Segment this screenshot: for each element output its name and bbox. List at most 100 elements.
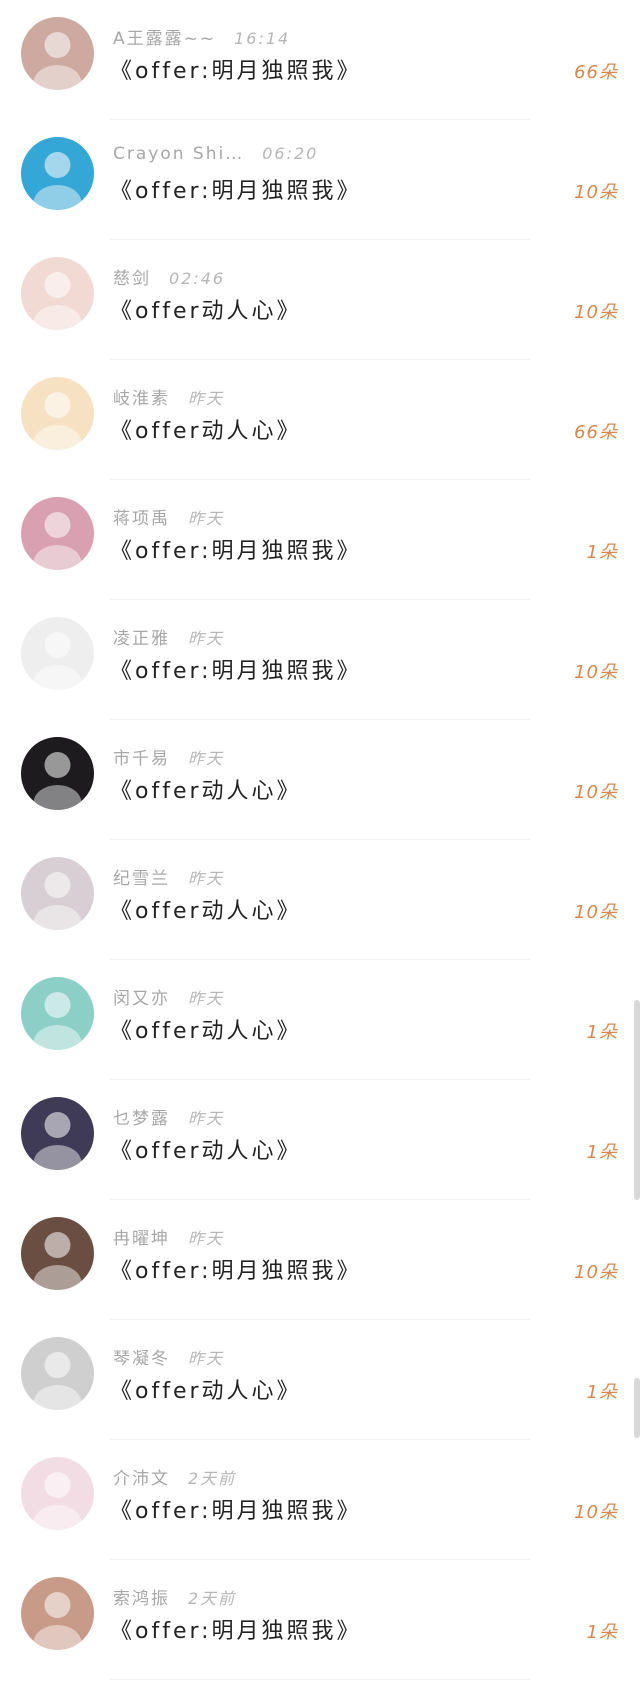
gift-title: 《offer:明月独照我》 [110,1619,362,1644]
sender-name[interactable]: 蒋项禹 [113,509,170,529]
list-item[interactable]: 慈剑 02:46 《offer动人心》 10朵 [0,240,640,360]
list-item[interactable]: 索鸿振 2天前《offer:明月独照我》 1朵 [0,1560,640,1680]
sender-name[interactable]: 闵又亦 [113,989,170,1009]
gift-title: 《offer动人心》 [110,1019,302,1044]
avatar[interactable] [21,257,94,330]
avatar[interactable] [21,977,94,1050]
sender-name[interactable]: 慈剑 [113,269,151,289]
avatar[interactable] [21,497,94,570]
timestamp: 昨天 [188,749,225,768]
timestamp: 昨天 [188,389,225,408]
avatar-portrait-icon [33,152,82,210]
timestamp: 昨天 [188,1109,225,1128]
avatar[interactable] [21,1457,94,1530]
avatar[interactable] [21,17,94,90]
sender-meta: 蒋项禹 昨天 [113,504,224,529]
avatar-portrait-icon [33,512,82,570]
gift-amount: 10朵 [574,302,618,323]
sender-name[interactable]: 琴凝冬 [113,1349,170,1369]
avatar[interactable] [21,857,94,930]
gift-title: 《offer动人心》 [110,419,302,444]
list-item[interactable]: 凌正雅 昨天 《offer:明月独照我》 10朵 [0,600,640,720]
timestamp: 02:46 [169,269,226,288]
avatar-portrait-icon [33,272,82,330]
sender-name[interactable]: 市千易 [113,749,170,769]
gift-title: 《offer动人心》 [110,899,302,924]
list-item[interactable]: 乜梦露 昨天《offer动人心》 1朵 [0,1080,640,1200]
gift-title: 《offer动人心》 [110,779,302,804]
sender-name[interactable]: A王露露~~ [113,29,216,49]
timestamp: 06:20 [262,144,319,163]
gift-amount: 1朵 [586,1022,618,1043]
list-item[interactable]: A王露露~~ 16:14 《offer:明月独照我》 66朵 [0,0,640,120]
gift-amount: 1朵 [586,542,618,563]
avatar[interactable] [21,1097,94,1170]
avatar[interactable] [21,1217,94,1290]
sender-meta: 冉曜坤 昨天 [113,1224,224,1249]
list-item[interactable]: 冉曜坤 昨天 《offer:明月独照我》 10朵 [0,1200,640,1320]
gift-title: 《offer动人心》 [110,1139,302,1164]
gift-amount: 10朵 [574,902,618,923]
avatar[interactable] [21,137,94,210]
sender-name[interactable]: 索鸿振 [113,1589,170,1609]
list-item[interactable]: 介沛文 2天前《offer:明月独照我》 10朵 [0,1440,640,1560]
avatar-portrait-icon [33,1112,82,1170]
sender-meta: 凌正雅 昨天 [113,624,224,649]
gift-amount: 1朵 [586,1622,618,1643]
avatar-portrait-icon [33,1472,82,1530]
gift-amount: 1朵 [586,1382,618,1403]
sender-meta: A王露露~~ 16:14 [113,24,290,49]
sender-name[interactable]: Crayon Shi… [113,144,244,164]
gift-list: A王露露~~ 16:14 《offer:明月独照我》 66朵 Crayon Shi… 06… [0,0,640,1680]
avatar-portrait-icon [33,992,82,1050]
gift-title: 《offer动人心》 [110,1379,302,1404]
list-item[interactable]: 纪雪兰 昨天《offer动人心》 10朵 [0,840,640,960]
sender-meta: 岐淮素 昨天 [113,384,224,409]
avatar-portrait-icon [33,1232,82,1290]
gift-title: 《offer:明月独照我》 [110,659,362,684]
sender-meta: 乜梦露 昨天 [113,1104,224,1129]
gift-amount: 10朵 [574,182,618,203]
gift-amount: 66朵 [574,62,618,83]
gift-amount: 1朵 [586,1142,618,1163]
sender-meta: 慈剑 02:46 [113,264,225,289]
timestamp: 昨天 [188,869,225,888]
avatar-portrait-icon [33,752,82,810]
gift-amount: 10朵 [574,1262,618,1283]
list-item[interactable]: 闵又亦 昨天《offer动人心》 1朵 [0,960,640,1080]
sender-meta: 市千易 昨天 [113,744,224,769]
avatar-portrait-icon [33,32,82,90]
sender-meta: 介沛文 2天前 [113,1464,236,1489]
timestamp: 2天前 [188,1469,237,1488]
sender-meta: 琴凝冬 昨天 [113,1344,224,1369]
sender-name[interactable]: 乜梦露 [113,1109,170,1129]
sender-name[interactable]: 凌正雅 [113,629,170,649]
gift-title: 《offer动人心》 [110,299,302,324]
avatar[interactable] [21,617,94,690]
sender-name[interactable]: 冉曜坤 [113,1229,170,1249]
sender-name[interactable]: 纪雪兰 [113,869,170,889]
timestamp: 昨天 [188,629,225,648]
avatar-portrait-icon [33,872,82,930]
avatar-portrait-icon [33,632,82,690]
list-item[interactable]: Crayon Shi… 06:20 《offer:明月独照我》 10朵 [0,120,640,240]
avatar[interactable] [21,1337,94,1410]
list-item[interactable]: 琴凝冬 昨天《offer动人心》 1朵 [0,1320,640,1440]
sender-meta: 闵又亦 昨天 [113,984,224,1009]
list-item[interactable]: 市千易 昨天《offer动人心》 10朵 [0,720,640,840]
sender-name[interactable]: 介沛文 [113,1469,170,1489]
list-item[interactable]: 岐淮素 昨天 《offer动人心》 66朵 [0,360,640,480]
avatar[interactable] [21,377,94,450]
avatar-portrait-icon [33,1592,82,1650]
timestamp: 2天前 [188,1589,237,1608]
scrollbar-thumb-secondary[interactable] [634,1378,640,1438]
avatar[interactable] [21,737,94,810]
gift-title: 《offer:明月独照我》 [110,1499,362,1524]
gift-amount: 10朵 [574,782,618,803]
sender-name[interactable]: 岐淮素 [113,389,170,409]
list-item[interactable]: 蒋项禹 昨天 《offer:明月独照我》 1朵 [0,480,640,600]
gift-amount: 10朵 [574,1502,618,1523]
scrollbar-thumb[interactable] [634,1000,640,1200]
gift-title: 《offer:明月独照我》 [110,179,362,204]
avatar[interactable] [21,1577,94,1650]
